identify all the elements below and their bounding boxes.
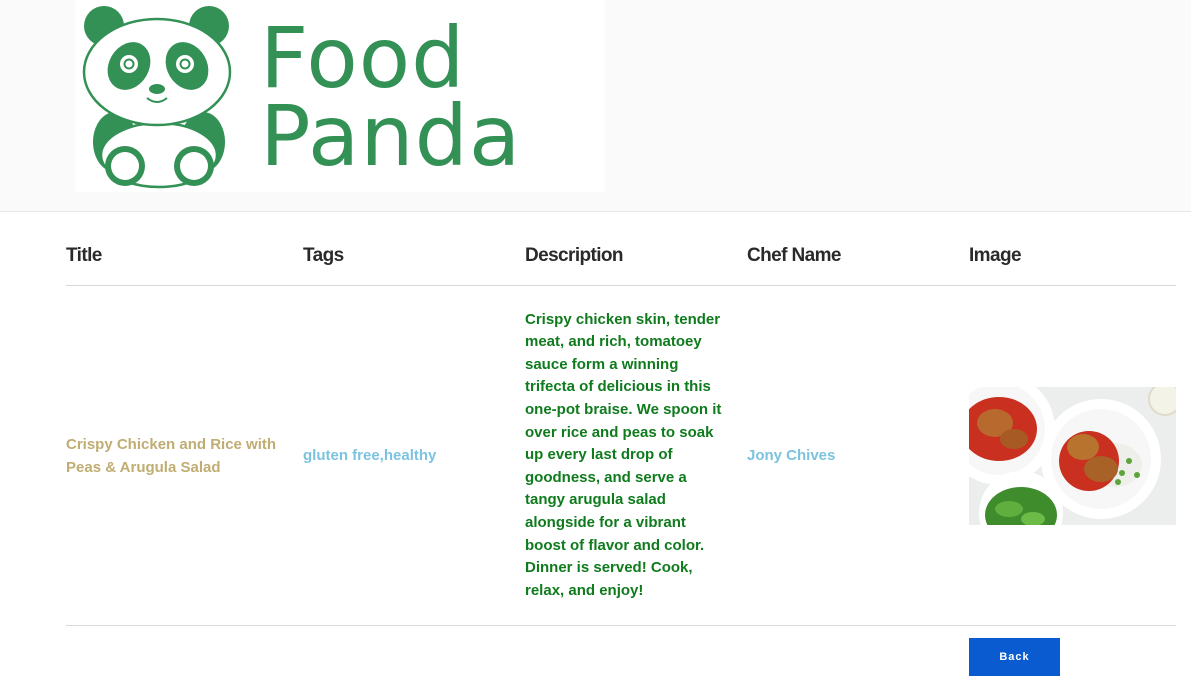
- recipe-title: Crispy Chicken and Rice with Peas & Arug…: [66, 435, 277, 476]
- header-image: Image: [969, 245, 1022, 266]
- table-footer-row: Back: [66, 626, 1176, 686]
- recipe-table: Title Tags Description Chef Name Image C…: [66, 226, 1176, 686]
- header-chef-name: Chef Name: [747, 245, 841, 266]
- brand-line-2: Panda: [260, 87, 522, 185]
- site-header: Food Panda: [0, 0, 1191, 212]
- panda-icon: [82, 6, 232, 189]
- header-tags: Tags: [303, 245, 344, 266]
- recipe-description: Crispy chicken skin, tender meat, and ri…: [525, 310, 722, 599]
- recipe-tags: gluten free,healthy: [303, 447, 437, 464]
- back-button[interactable]: Back: [969, 638, 1060, 676]
- chef-name: Jony Chives: [747, 447, 836, 464]
- table-header: Title Tags Description Chef Name Image: [66, 226, 1176, 286]
- recipe-image-cell: [969, 286, 1176, 625]
- table-row: Crispy Chicken and Rice with Peas & Arug…: [66, 286, 1176, 626]
- food-panda-logo[interactable]: Food Panda: [75, 0, 605, 192]
- food-photo: [969, 386, 1176, 525]
- header-title: Title: [66, 245, 102, 266]
- header-description: Description: [525, 245, 624, 266]
